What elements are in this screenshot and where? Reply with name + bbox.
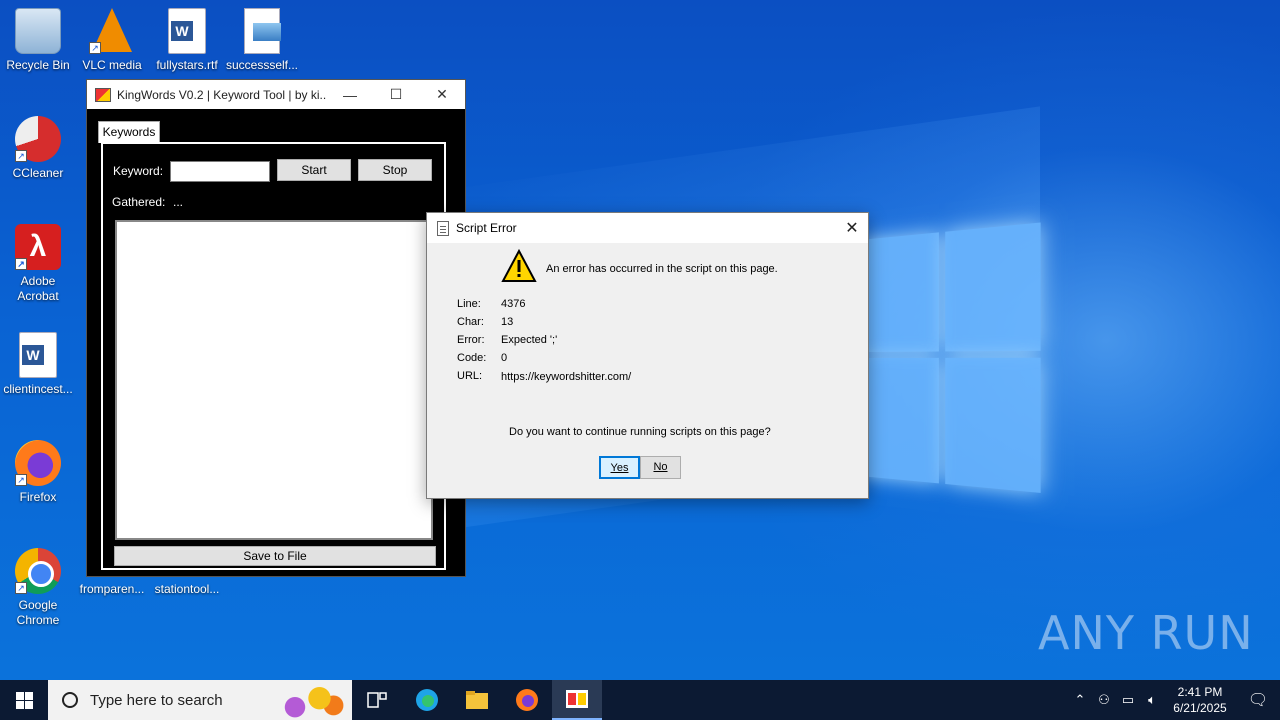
firefox-taskbar-icon[interactable] [502, 680, 552, 720]
desktop-icon-label: clientincest... [3, 382, 73, 396]
start-button[interactable] [0, 680, 48, 720]
desktop-icon-clientincest[interactable]: W clientincest... [0, 332, 76, 397]
yes-button[interactable]: Yes [599, 456, 640, 479]
word-document-icon: W [19, 332, 57, 378]
dialog-titlebar[interactable]: Script Error ✕ [427, 213, 868, 243]
desktop-icon-fromparen[interactable]: fromparen... [74, 582, 150, 597]
search-highlight-image [274, 682, 344, 718]
vlc-icon: ↗ [89, 8, 135, 54]
desktop-icon-successself[interactable]: successself... [224, 8, 300, 73]
close-icon[interactable]: ✕ [419, 86, 465, 103]
desktop-icon-label: Google Chrome [16, 598, 60, 627]
anyrun-watermark: ANY RUN [1038, 606, 1254, 660]
desktop-icon-firefox[interactable]: ↗ Firefox [0, 440, 76, 505]
desktop-icon-ccleaner[interactable]: ↗ CCleaner [0, 116, 76, 181]
search-placeholder: Type here to search [90, 691, 223, 709]
line-label: Line: [457, 298, 481, 310]
line-value: 4376 [501, 298, 526, 310]
url-value: https://keywordshitter.com/ [501, 371, 632, 383]
keywords-list[interactable] [115, 220, 433, 540]
maximize-icon[interactable]: ☐ [373, 86, 419, 103]
gathered-value: ... [173, 195, 184, 209]
word-document-icon: W [168, 8, 206, 54]
network-icon[interactable]: ▭ [1116, 692, 1140, 708]
desktop-icon-label: stationtool... [154, 582, 220, 596]
keywords-panel: Keyword: Start Stop Gathered: ... Save t… [101, 142, 446, 570]
ccleaner-icon: ↗ [15, 116, 61, 162]
windows-start-icon [15, 691, 33, 709]
taskbar: Type here to search ⌃ ⚇ ▭ 🔈︎ 2:41 PM 6/2… [0, 680, 1280, 720]
kingwords-titlebar[interactable]: KingWords V0.2 | Keyword Tool | by ki...… [87, 80, 465, 109]
search-icon [62, 692, 78, 708]
error-value: Expected ';' [501, 334, 558, 346]
gathered-label: Gathered: [112, 195, 166, 209]
system-tray: ⌃ ⚇ ▭ 🔈︎ 2:41 PM 6/21/2025 🗨︎ [1068, 680, 1280, 720]
url-label: URL: [457, 370, 483, 382]
char-value: 13 [501, 316, 514, 328]
stop-button[interactable]: Stop [358, 159, 432, 181]
desktop-icon-label: fromparen... [79, 582, 145, 596]
task-view-icon[interactable] [352, 680, 402, 720]
minimize-icon[interactable]: — [327, 87, 373, 103]
no-button[interactable]: No [640, 456, 681, 479]
desktop-icon-label: successself... [225, 58, 299, 72]
tab-keywords[interactable]: Keywords [98, 121, 160, 143]
desktop-icon-acrobat[interactable]: λ ↗ Adobe Acrobat [0, 224, 76, 304]
start-button[interactable]: Start [277, 159, 351, 181]
volume-icon[interactable]: 🔈︎ [1140, 692, 1164, 708]
recycle-bin-icon [15, 8, 61, 54]
notification-icon[interactable]: 🗨︎ [1236, 690, 1280, 710]
save-to-file-button[interactable]: Save to File [114, 546, 436, 566]
desktop-icon-label: Recycle Bin [6, 58, 70, 72]
close-icon[interactable]: ✕ [836, 218, 868, 238]
clock[interactable]: 2:41 PM 6/21/2025 [1164, 684, 1236, 716]
warning-icon [501, 249, 537, 282]
windows-logo-wallpaper [860, 222, 1041, 497]
desktop-icon-label: CCleaner [12, 166, 64, 180]
acrobat-icon: λ ↗ [15, 224, 61, 270]
error-label: Error: [457, 334, 485, 346]
desktop-icon-stationtool[interactable]: stationtool... [149, 582, 225, 597]
desktop-icon-recycle-bin[interactable]: Recycle Bin [0, 8, 76, 73]
desktop-icon-vlc[interactable]: ↗ VLC media [74, 8, 150, 73]
desktop-icon-label: VLC media [82, 58, 142, 72]
file-explorer-icon[interactable] [452, 680, 502, 720]
code-value: 0 [501, 352, 508, 364]
firefox-icon: ↗ [15, 440, 61, 486]
edge-icon[interactable] [402, 680, 452, 720]
image-file-icon [244, 8, 281, 54]
keyword-label: Keyword: [113, 164, 164, 178]
desktop-icon-label: Firefox [19, 490, 57, 504]
code-label: Code: [457, 352, 487, 364]
keyword-input[interactable] [170, 161, 270, 182]
yes-label: Yes [610, 462, 629, 474]
window-title: KingWords V0.2 | Keyword Tool | by ki... [117, 87, 327, 102]
desktop-icon-chrome[interactable]: ↗ Google Chrome [0, 548, 76, 628]
chrome-icon: ↗ [15, 548, 61, 594]
no-label: No [653, 461, 668, 473]
desktop-icon-fullystars[interactable]: W fullystars.rtf [149, 8, 225, 73]
dialog-title: Script Error [456, 221, 517, 235]
char-label: Char: [457, 316, 484, 328]
script-error-dialog: Script Error ✕ An error has occurred in … [426, 212, 869, 499]
continue-question: Do you want to continue running scripts … [509, 426, 771, 438]
clock-time: 2:41 PM [1177, 685, 1223, 699]
chevron-up-icon[interactable]: ⌃ [1068, 692, 1092, 708]
desktop-icon-label: fullystars.rtf [156, 58, 218, 72]
clock-date: 6/21/2025 [1173, 701, 1227, 715]
app-icon [95, 87, 111, 102]
taskbar-search[interactable]: Type here to search [48, 680, 352, 720]
desktop-icon-label: Adobe Acrobat [17, 274, 59, 303]
network-status-icon[interactable]: ⚇ [1092, 692, 1116, 708]
document-icon [437, 220, 449, 236]
error-message: An error has occurred in the script on t… [546, 263, 778, 275]
kingwords-taskbar-icon[interactable] [552, 680, 602, 720]
kingwords-window: KingWords V0.2 | Keyword Tool | by ki...… [86, 79, 466, 577]
